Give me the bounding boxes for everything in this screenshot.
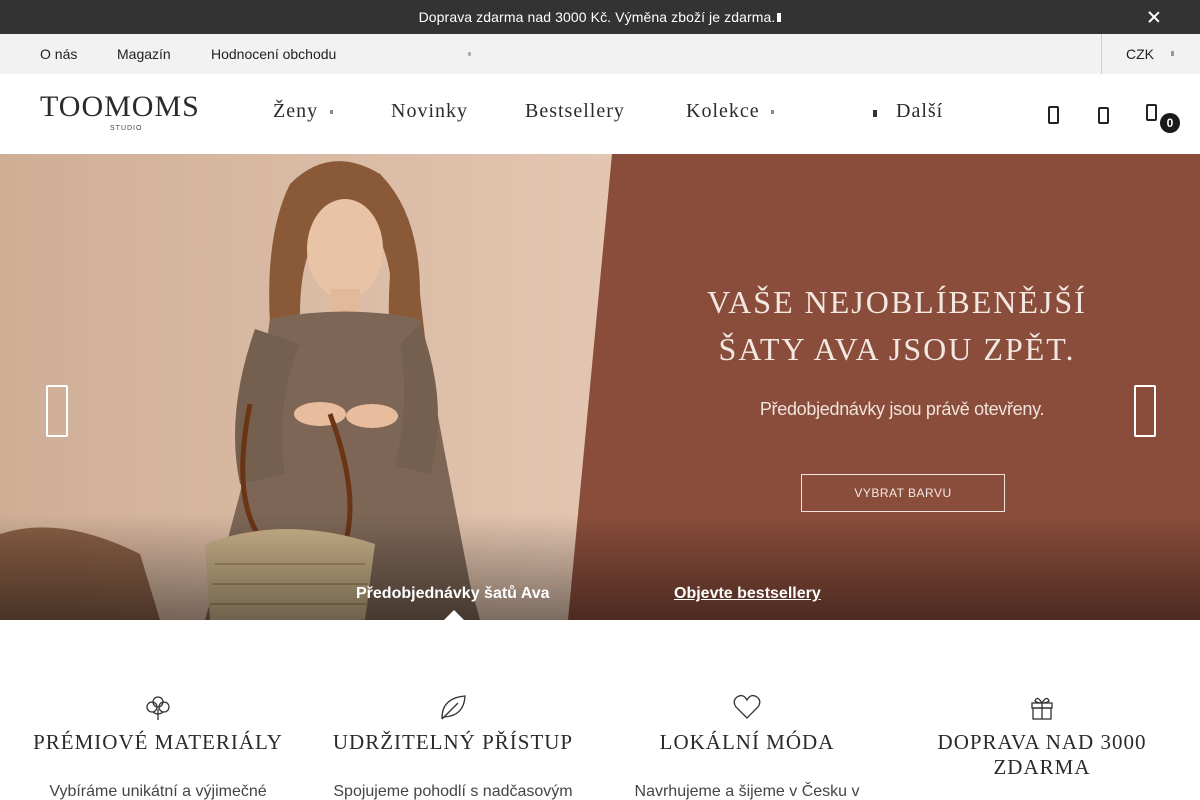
nav-item-new[interactable]: Novinky — [391, 100, 468, 123]
currency-selector[interactable]: CZK — [1126, 46, 1154, 62]
announcement-glyph-icon — [777, 12, 782, 22]
prev-slide-icon[interactable] — [46, 385, 68, 437]
next-slide-icon[interactable] — [1134, 385, 1156, 437]
hero-title: VAŠE NEJOBLÍBENĚJŠÍ ŠATY AVA JSOU ZPĚT. — [612, 279, 1182, 373]
features-section: PRÉMIOVÉ MATERIÁLY Vybíráme unikátní a v… — [0, 620, 1200, 800]
link-magazine[interactable]: Magazín — [117, 46, 171, 62]
chevron-down-icon — [1171, 51, 1174, 56]
feature-desc: Navrhujeme a šijeme v Česku v — [634, 783, 860, 800]
cart-icon[interactable] — [1144, 100, 1158, 122]
slide-tab-bestsellers[interactable]: Objevte bestsellery — [674, 585, 821, 603]
feature-local: LOKÁLNÍ MÓDA Navrhujeme a šijeme v Česku… — [597, 692, 897, 800]
search-icon[interactable] — [1046, 102, 1060, 124]
choose-color-button[interactable]: VYBRAT BARVU — [801, 474, 1005, 512]
announcement-bar: Doprava zdarma nad 3000 Kč. Výměna zboží… — [0, 0, 1200, 34]
logo-subtitle: STUDIO — [110, 125, 143, 132]
feature-title: DOPRAVA NAD 3000 ZDARMA — [937, 730, 1147, 779]
close-icon[interactable] — [1146, 9, 1162, 25]
cart-count-badge: 0 — [1160, 113, 1180, 133]
chevron-down-icon — [771, 110, 774, 114]
link-store-rating[interactable]: Hodnocení obchodu — [211, 46, 336, 62]
wishlist-icon[interactable] — [1096, 102, 1110, 124]
announcement-text: Doprava zdarma nad 3000 Kč. Výměna zboží… — [418, 9, 776, 25]
hero-banner[interactable]: VAŠE NEJOBLÍBENĚJŠÍ ŠATY AVA JSOU ZPĚT. … — [0, 154, 1200, 620]
feature-desc: Vybíráme unikátní a výjimečné — [49, 783, 267, 800]
leaf-icon — [441, 695, 466, 720]
dots-icon — [468, 52, 471, 56]
hero-title-line1: VAŠE NEJOBLÍBENĚJŠÍ — [707, 284, 1087, 320]
chevron-down-icon — [330, 110, 333, 114]
nav-item-bestsellers[interactable]: Bestsellery — [525, 100, 625, 123]
hero-title-line2: ŠATY AVA JSOU ZPĚT. — [718, 331, 1076, 367]
divider — [1101, 34, 1102, 74]
heart-icon — [733, 694, 761, 719]
feature-sustainable: UDRŽITELNÝ PŘÍSTUP Spojujeme pohodlí s n… — [303, 692, 603, 800]
feature-title: UDRŽITELNÝ PŘÍSTUP — [332, 730, 574, 754]
link-about[interactable]: O nás — [40, 46, 77, 62]
feature-title: LOKÁLNÍ MÓDA — [659, 730, 835, 754]
active-slide-indicator — [444, 610, 464, 620]
utility-bar: O nás Magazín Hodnocení obchodu CZK — [0, 34, 1200, 74]
logo-wordmark: TOOMOMS — [40, 90, 200, 123]
nav-item-more[interactable]: Další — [896, 100, 943, 123]
hero-subtitle: Předobjednávky jsou právě otevřeny. — [759, 399, 1045, 419]
gift-icon — [1031, 697, 1053, 720]
more-icon — [873, 110, 877, 117]
hero-image — [0, 154, 1200, 620]
nav-item-collections[interactable]: Kolekce — [686, 100, 760, 123]
feature-shipping: DOPRAVA NAD 3000 ZDARMA — [892, 692, 1192, 779]
feature-materials: PRÉMIOVÉ MATERIÁLY Vybíráme unikátní a v… — [8, 692, 308, 800]
slide-tab-preorders[interactable]: Předobjednávky šatů Ava — [356, 585, 550, 603]
nav-item-women[interactable]: Ženy — [273, 100, 318, 123]
main-header: TOOMOMS STUDIO Ženy Novinky Bestsellery … — [0, 74, 1200, 154]
feature-title: PRÉMIOVÉ MATERIÁLY — [33, 730, 283, 754]
feature-desc: Spojujeme pohodlí s nadčasovým — [333, 783, 573, 800]
logo[interactable]: TOOMOMS STUDIO — [40, 90, 200, 133]
cotton-icon — [146, 696, 170, 720]
